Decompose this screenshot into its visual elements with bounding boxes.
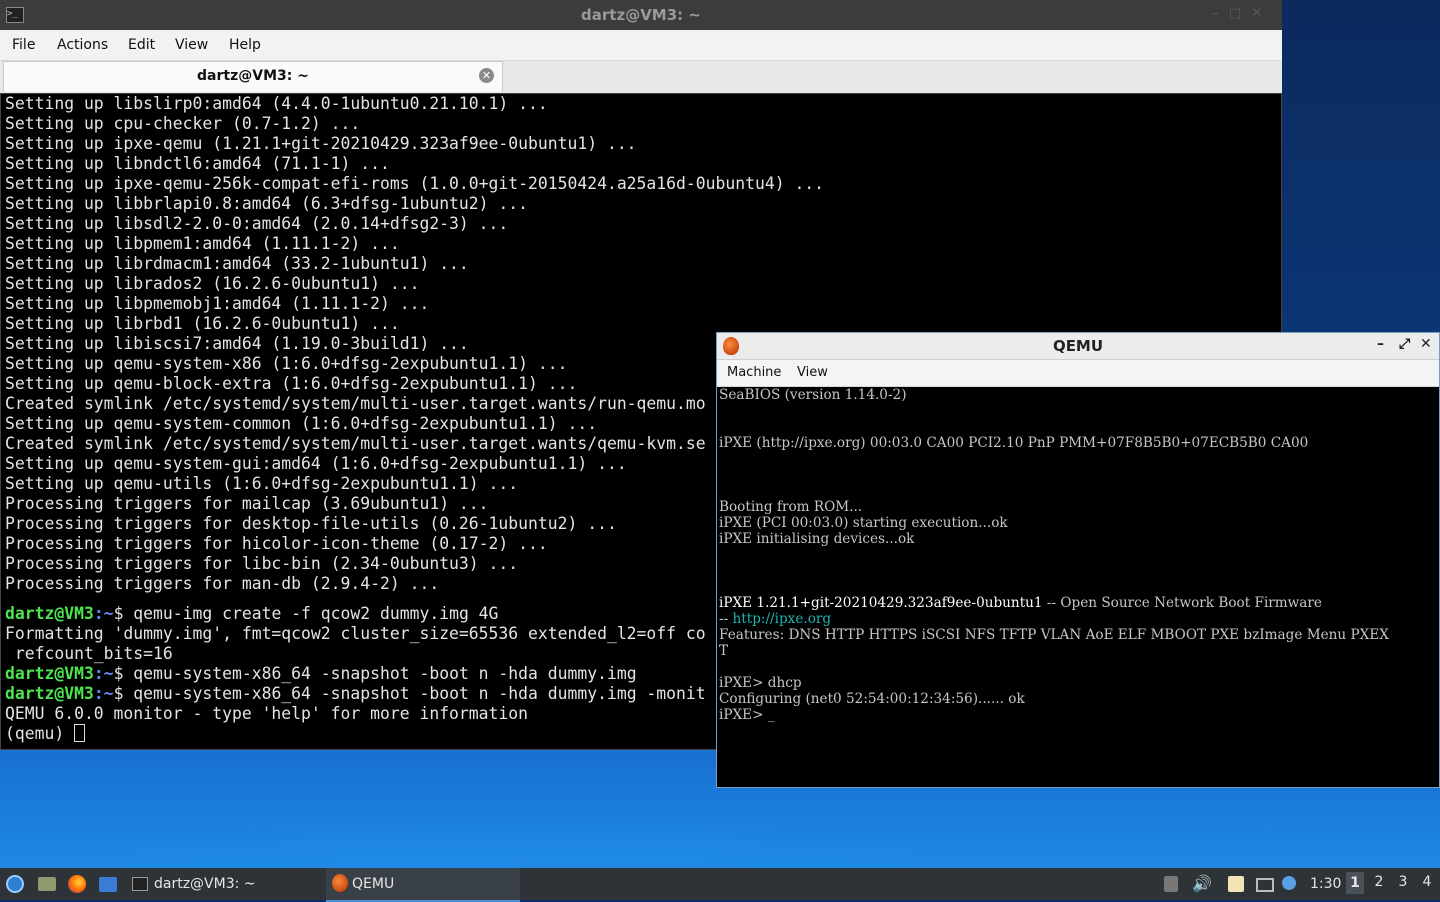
close-icon[interactable]: ✕: [1420, 336, 1432, 352]
terminal-output-line: Setting up libpmemobj1:amd64 (1.11.1-2) …: [5, 294, 430, 313]
vm-text-line: iPXE> dhcp: [719, 675, 802, 691]
vm-text-line: SeaBIOS (version 1.14.0-2): [719, 387, 907, 403]
terminal-command-line: dartz@VM3:~$ qemu-img create -f qcow2 du…: [5, 604, 499, 623]
terminal-output-line: Setting up qemu-block-extra (1:6.0+dfsg-…: [5, 374, 578, 393]
terminal-output-line: Setting up cpu-checker (0.7-1.2) ...: [5, 114, 361, 133]
terminal-output-line: Created symlink /etc/systemd/system/mult…: [5, 434, 706, 453]
terminal-output-line: Processing triggers for desktop-file-uti…: [5, 514, 617, 533]
clock[interactable]: 1:30: [1310, 876, 1341, 892]
taskbar-task-label: QEMU: [352, 876, 395, 892]
vm-text-line: Configuring (net0 52:54:00:12:34:56)....…: [719, 691, 1025, 707]
terminal-output-line: Processing triggers for libc-bin (2.34-0…: [5, 554, 519, 573]
firefox-icon[interactable]: [68, 875, 86, 893]
terminal-output-line: Setting up qemu-utils (1:6.0+dfsg-2expub…: [5, 474, 519, 493]
menu-edit[interactable]: Edit: [128, 37, 155, 53]
vm-text-line: Features: DNS HTTP HTTPS iSCSI NFS TFTP …: [719, 627, 1389, 643]
volume-icon[interactable]: 🔊: [1192, 874, 1212, 893]
terminal-menubar: File Actions Edit View Help: [0, 30, 1282, 61]
terminal-output-line: Setting up qemu-system-x86 (1:6.0+dfsg-2…: [5, 354, 568, 373]
menu-actions[interactable]: Actions: [57, 37, 108, 53]
terminal-output-line: Setting up ipxe-qemu (1.21.1+git-2021042…: [5, 134, 637, 153]
qemu-menubar: Machine View: [717, 360, 1439, 387]
maximize-icon[interactable]: ⤢: [1399, 336, 1410, 352]
terminal-output-line: Setting up qemu-system-common (1:6.0+dfs…: [5, 414, 598, 433]
qemu-monitor-prompt[interactable]: (qemu): [5, 724, 86, 744]
terminal-output-line: Created symlink /etc/systemd/system/mult…: [5, 394, 706, 413]
vm-text-line: iPXE (http://ipxe.org) 00:03.0 CA00 PCI2…: [719, 435, 1309, 451]
terminal-icon: [132, 877, 148, 891]
terminal-output-line: Setting up libiscsi7:amd64 (1.19.0-3buil…: [5, 334, 469, 353]
menu-file[interactable]: File: [12, 37, 35, 53]
terminal-titlebar[interactable]: >_ dartz@VM3: ~ –□✕: [0, 0, 1282, 30]
terminal-output-line: Setting up ipxe-qemu-256k-compat-efi-rom…: [5, 174, 825, 193]
menu-view[interactable]: View: [797, 365, 828, 380]
text-cursor: [74, 724, 86, 742]
terminal-tab-label: dartz@VM3: ~: [197, 68, 309, 84]
qemu-titlebar[interactable]: QEMU – ⤢ ✕: [717, 333, 1439, 360]
qemu-window-title: QEMU: [1052, 337, 1104, 355]
vm-text-line: iPXE (PCI 00:03.0) starting execution...…: [719, 515, 1008, 531]
workspace-4[interactable]: 4: [1418, 874, 1436, 890]
vm-text-line: iPXE> _: [719, 707, 775, 723]
terminal-output-line: Setting up qemu-system-gui:amd64 (1:6.0+…: [5, 454, 627, 473]
terminal-output-line: Processing triggers for hicolor-icon-the…: [5, 534, 548, 553]
vm-text-line: -- http://ipxe.org: [719, 611, 832, 627]
taskbar-task-label: dartz@VM3: ~: [154, 876, 256, 892]
terminal-output-line: Setting up libndctl6:amd64 (71.1-1) ...: [5, 154, 390, 173]
workspace-1[interactable]: 1: [1346, 872, 1364, 894]
terminal-output-line: QEMU 6.0.0 monitor - type 'help' for mor…: [5, 704, 529, 723]
vm-text-line: iPXE 1.21.1+git-20210429.323af9ee-0ubunt…: [719, 595, 1322, 611]
terminal-output-line: Processing triggers for man-db (2.9.4-2)…: [5, 574, 440, 593]
start-menu-icon[interactable]: [6, 875, 24, 893]
vm-text-line: T: [719, 643, 729, 659]
minimize-icon[interactable]: –: [1377, 336, 1384, 352]
clipboard-icon[interactable]: [1228, 876, 1244, 892]
tab-close-icon[interactable]: ✕: [479, 68, 494, 83]
file-manager-icon[interactable]: [38, 877, 56, 891]
menu-help[interactable]: Help: [229, 37, 261, 53]
terminal-output-line: Setting up librbd1 (16.2.6-0ubuntu1) ...: [5, 314, 400, 333]
terminal-command-line: dartz@VM3:~$ qemu-system-x86_64 -snapsho…: [5, 684, 706, 703]
terminal-output-line: Setting up libslirp0:amd64 (4.4.0-1ubunt…: [5, 94, 548, 113]
vm-text-line: iPXE initialising devices...ok: [719, 531, 915, 547]
terminal-command-line: dartz@VM3:~$ qemu-system-x86_64 -snapsho…: [5, 664, 637, 683]
menu-view[interactable]: View: [175, 37, 208, 53]
terminal-tab[interactable]: dartz@VM3: ~ ✕: [3, 61, 503, 92]
terminal-output-line: Setting up libsdl2-2.0-0:amd64 (2.0.14+d…: [5, 214, 509, 233]
vm-text-line: Booting from ROM...: [719, 499, 863, 515]
terminal-output-line: Formatting 'dummy.img', fmt=qcow2 cluste…: [5, 624, 706, 643]
terminal-window-title: dartz@VM3: ~: [581, 6, 701, 24]
terminal-output-line: Setting up librados2 (16.2.6-0ubuntu1) .…: [5, 274, 420, 293]
qemu-vm-display[interactable]: SeaBIOS (version 1.14.0-2) iPXE (http://…: [717, 387, 1439, 787]
qemu-window[interactable]: QEMU – ⤢ ✕ Machine View SeaBIOS (version…: [716, 332, 1440, 788]
notification-icon[interactable]: [1282, 876, 1296, 890]
terminal-output-line: Setting up librdmacm1:amd64 (33.2-1ubunt…: [5, 254, 469, 273]
terminal-output-line: Processing triggers for mailcap (3.69ubu…: [5, 494, 489, 513]
terminal-tabbar: dartz@VM3: ~ ✕: [0, 61, 1282, 93]
workspace-3[interactable]: 3: [1394, 874, 1412, 890]
window-controls[interactable]: –□✕: [1212, 6, 1272, 21]
terminal-output-line: refcount_bits=16: [5, 644, 173, 663]
qemu-icon: [332, 874, 348, 892]
menu-machine[interactable]: Machine: [727, 365, 781, 380]
terminal-output-line: Setting up libpmem1:amd64 (1.11.1-2) ...: [5, 234, 400, 253]
show-desktop-icon[interactable]: [99, 877, 117, 892]
network-icon[interactable]: [1256, 878, 1274, 892]
taskbar-task-terminal[interactable]: dartz@VM3: ~: [128, 868, 318, 900]
taskbar: dartz@VM3: ~ QEMU 🔊 1:30 1 2 3 4: [0, 868, 1440, 902]
workspace-2[interactable]: 2: [1370, 874, 1388, 890]
taskbar-task-qemu[interactable]: QEMU: [326, 868, 520, 902]
terminal-output-line: Setting up libbrlapi0.8:amd64 (6.3+dfsg-…: [5, 194, 529, 213]
eject-icon[interactable]: [1164, 876, 1178, 892]
